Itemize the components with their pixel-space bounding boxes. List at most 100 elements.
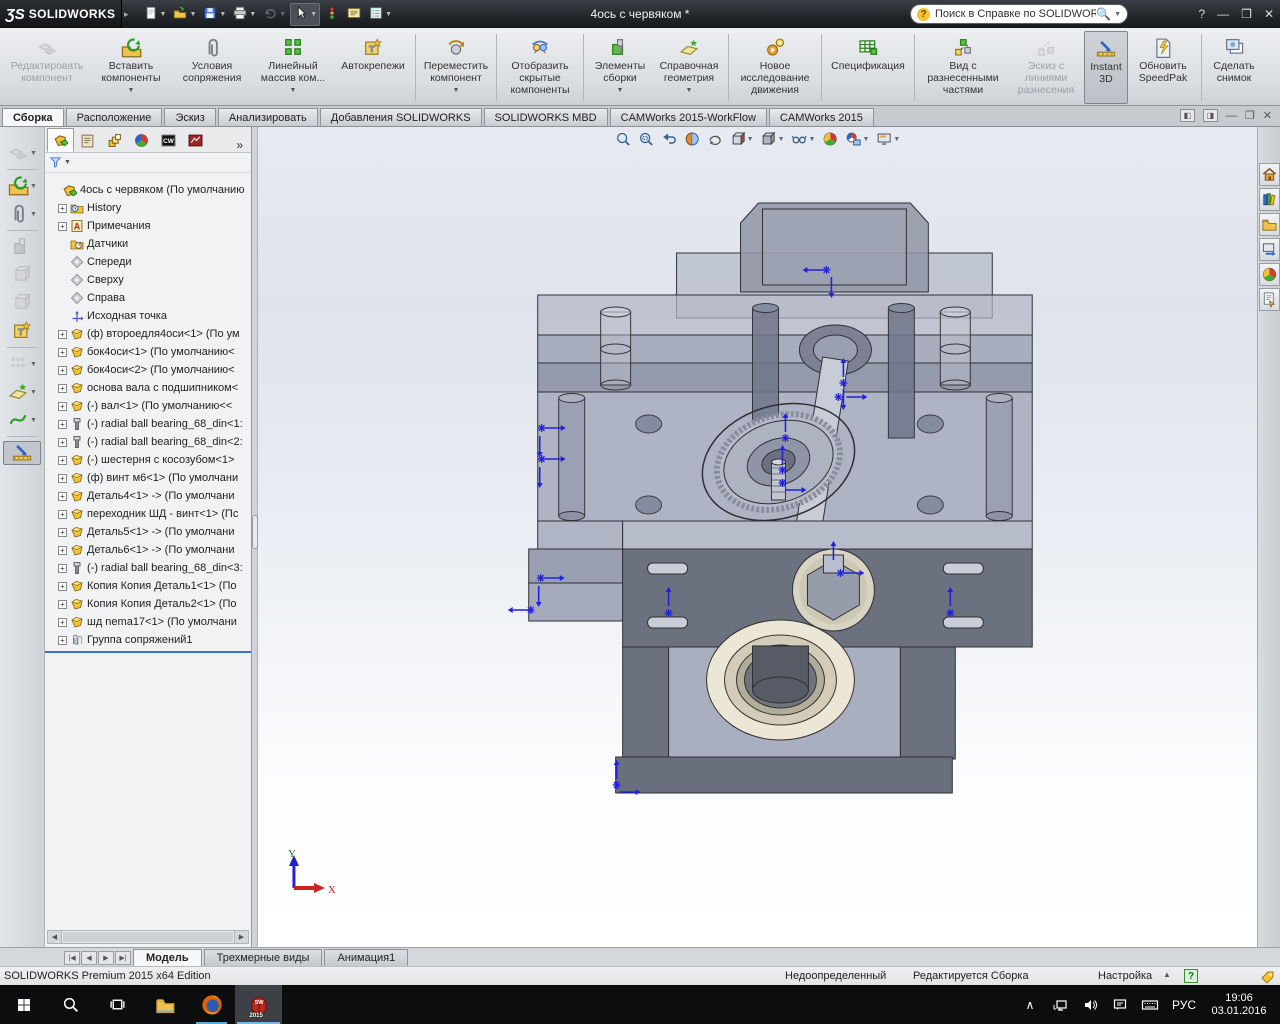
dropdown-arrow-icon[interactable]: ▼ [160,11,167,18]
dropdown-arrow-icon[interactable]: ▼ [219,11,226,18]
design-library-button[interactable] [1259,188,1280,211]
expand-icon[interactable]: + [58,600,67,609]
left-tool-display-cube[interactable] [3,263,41,287]
dropdown-arrow-icon[interactable]: ▼ [189,11,196,18]
expand-icon[interactable]: + [58,420,67,429]
taskbar-search-button[interactable] [47,985,94,1024]
model-motor-screw[interactable] [888,308,914,438]
solidworks-app-button[interactable]: SW2015 [235,985,282,1024]
help-search-box[interactable]: ? Поиск в Справке по SOLIDWORKS 🔍 ▼ [910,4,1128,24]
tab-сборка[interactable]: Сборка [2,108,64,126]
zoom-fit-button[interactable] [614,130,632,148]
expand-icon[interactable]: + [58,546,67,555]
network-icon[interactable] [1046,997,1074,1013]
tree-item[interactable]: +History [48,199,251,217]
left-tool-insert-components[interactable]: ▼ [3,174,41,198]
tab-эскиз[interactable]: Эскиз [164,108,215,126]
panel-tab-displaymanager[interactable] [128,128,155,152]
ribbon-button-10[interactable]: Новое исследование движения [732,31,818,104]
view-palette-button[interactable] [1259,238,1280,261]
dropdown-arrow-icon[interactable]: ▼ [128,85,135,97]
dropdown-arrow-icon[interactable]: ▼ [30,211,37,218]
save-button[interactable]: ▼ [200,4,228,25]
section-view-button[interactable] [683,130,701,148]
dropdown-arrow-icon[interactable]: ▼ [30,361,37,368]
dropdown-arrow-icon[interactable]: ▼ [30,417,37,424]
doc-close-icon[interactable]: ✕ [1263,109,1272,122]
tree-item[interactable]: +основа вала с подшипником< [48,379,251,397]
open-button[interactable]: ▼ [170,4,198,25]
doc-restore-icon[interactable]: ❐ [1245,109,1255,122]
ribbon-button-15[interactable]: Обновить SpeedPak [1128,31,1198,104]
dropdown-arrow-icon[interactable]: ▼ [617,85,624,97]
filter-dropdown-icon[interactable]: ▼ [64,159,71,166]
model-base-block[interactable] [616,757,953,793]
left-tool-component-pattern[interactable]: ▼ [3,352,41,376]
ribbon-button-11[interactable]: Спецификация [825,31,911,104]
tab-camworks-2015-workflow[interactable]: CAMWorks 2015-WorkFlow [610,108,767,126]
ribbon-button-4[interactable]: Линейный массив ком...▼ [252,31,334,104]
left-tool-instant3d[interactable] [3,441,41,465]
ribbon-button-2[interactable]: Вставить компоненты▼ [90,31,172,104]
undo-button[interactable]: ▼ [260,4,288,25]
tree-item[interactable]: +бок4оси<1> (По умолчанию< [48,343,251,361]
home-button[interactable] [1259,163,1280,186]
dropdown-arrow-icon[interactable]: ▼ [893,136,900,143]
tree-item[interactable]: Исходная точка [48,307,251,325]
tab-next-icon[interactable]: ▶ [98,951,114,965]
expand-icon[interactable]: + [58,366,67,375]
tree-item[interactable]: +Деталь4<1> -> (По умолчани [48,487,251,505]
model-bolt[interactable] [986,398,1012,516]
model-slot[interactable] [648,563,688,574]
tree-item[interactable]: +Деталь6<1> -> (По умолчани [48,541,251,559]
left-tool-display-cube[interactable] [3,291,41,315]
graphics-viewport[interactable]: Y X ▼▼▼▼▼ [258,127,1257,947]
tree-item[interactable]: +переходник ШД - винт<1> (Пс [48,505,251,523]
ribbon-button-14[interactable]: Instant 3D [1084,31,1128,104]
panel-tab-configurations[interactable] [101,128,128,152]
minimize-button[interactable]: — [1217,7,1229,21]
pane-right-icon[interactable]: ◨ [1203,109,1218,122]
quick-tips-icon[interactable]: ? [1184,969,1198,983]
pane-left-icon[interactable]: ◧ [1180,109,1195,122]
expand-icon[interactable]: + [58,222,67,231]
apply-scene-button[interactable]: ▼ [844,130,870,148]
panel-tab-featuremanager[interactable] [47,128,74,152]
expand-icon[interactable]: + [58,618,67,627]
model-hex-nut[interactable] [792,549,874,631]
tree-item[interactable]: +Копия Копия Деталь1<1> (По [48,577,251,595]
tree-item[interactable]: +бок4оси<2> (По умолчанию< [48,361,251,379]
dropdown-arrow-icon[interactable]: ▼ [778,136,785,143]
hide-show-items-button[interactable]: ▼ [791,130,817,148]
dropdown-arrow-icon[interactable]: ▼ [249,11,256,18]
tree-item[interactable]: Справа [48,289,251,307]
dropdown-arrow-icon[interactable]: ▼ [453,85,460,97]
rebuild-button[interactable] [322,4,342,25]
tree-item[interactable]: Сверху [48,271,251,289]
status-custom-label[interactable]: Настройка [1098,970,1152,982]
expand-icon[interactable]: + [58,384,67,393]
previous-view-button[interactable] [660,130,678,148]
ribbon-button-9[interactable]: Справочная геометрия▼ [653,31,725,104]
expand-icon[interactable]: + [58,204,67,213]
view-settings-button[interactable]: ▼ [875,130,901,148]
model-carriage-plate[interactable] [623,521,1033,549]
clock[interactable]: 19:06 03.01.2016 [1204,992,1274,1018]
left-tool-mate[interactable]: ▼ [3,202,41,226]
expand-icon[interactable]: + [58,528,67,537]
action-center-icon[interactable] [1106,997,1134,1013]
start-button[interactable] [0,985,47,1024]
assembly-model[interactable]: Y X [258,127,1257,947]
tab-last-icon[interactable]: ▶| [115,951,131,965]
tree-item[interactable]: +Группа сопряжений1 [48,631,251,649]
ribbon-button-8[interactable]: Элементы сборки▼ [587,31,653,104]
ribbon-button-6[interactable]: Переместить компонент▼ [419,31,493,104]
tab-camworks-2015[interactable]: CAMWorks 2015 [769,108,874,126]
appearances-button[interactable] [1259,263,1280,286]
expand-icon[interactable]: + [58,474,67,483]
ribbon-button-12[interactable]: Вид с разнесенными частями [918,31,1008,104]
explorer-button[interactable] [141,985,188,1024]
model-housing-column[interactable] [900,647,955,759]
zoom-area-button[interactable] [637,130,655,148]
model-bolt[interactable] [559,398,585,516]
